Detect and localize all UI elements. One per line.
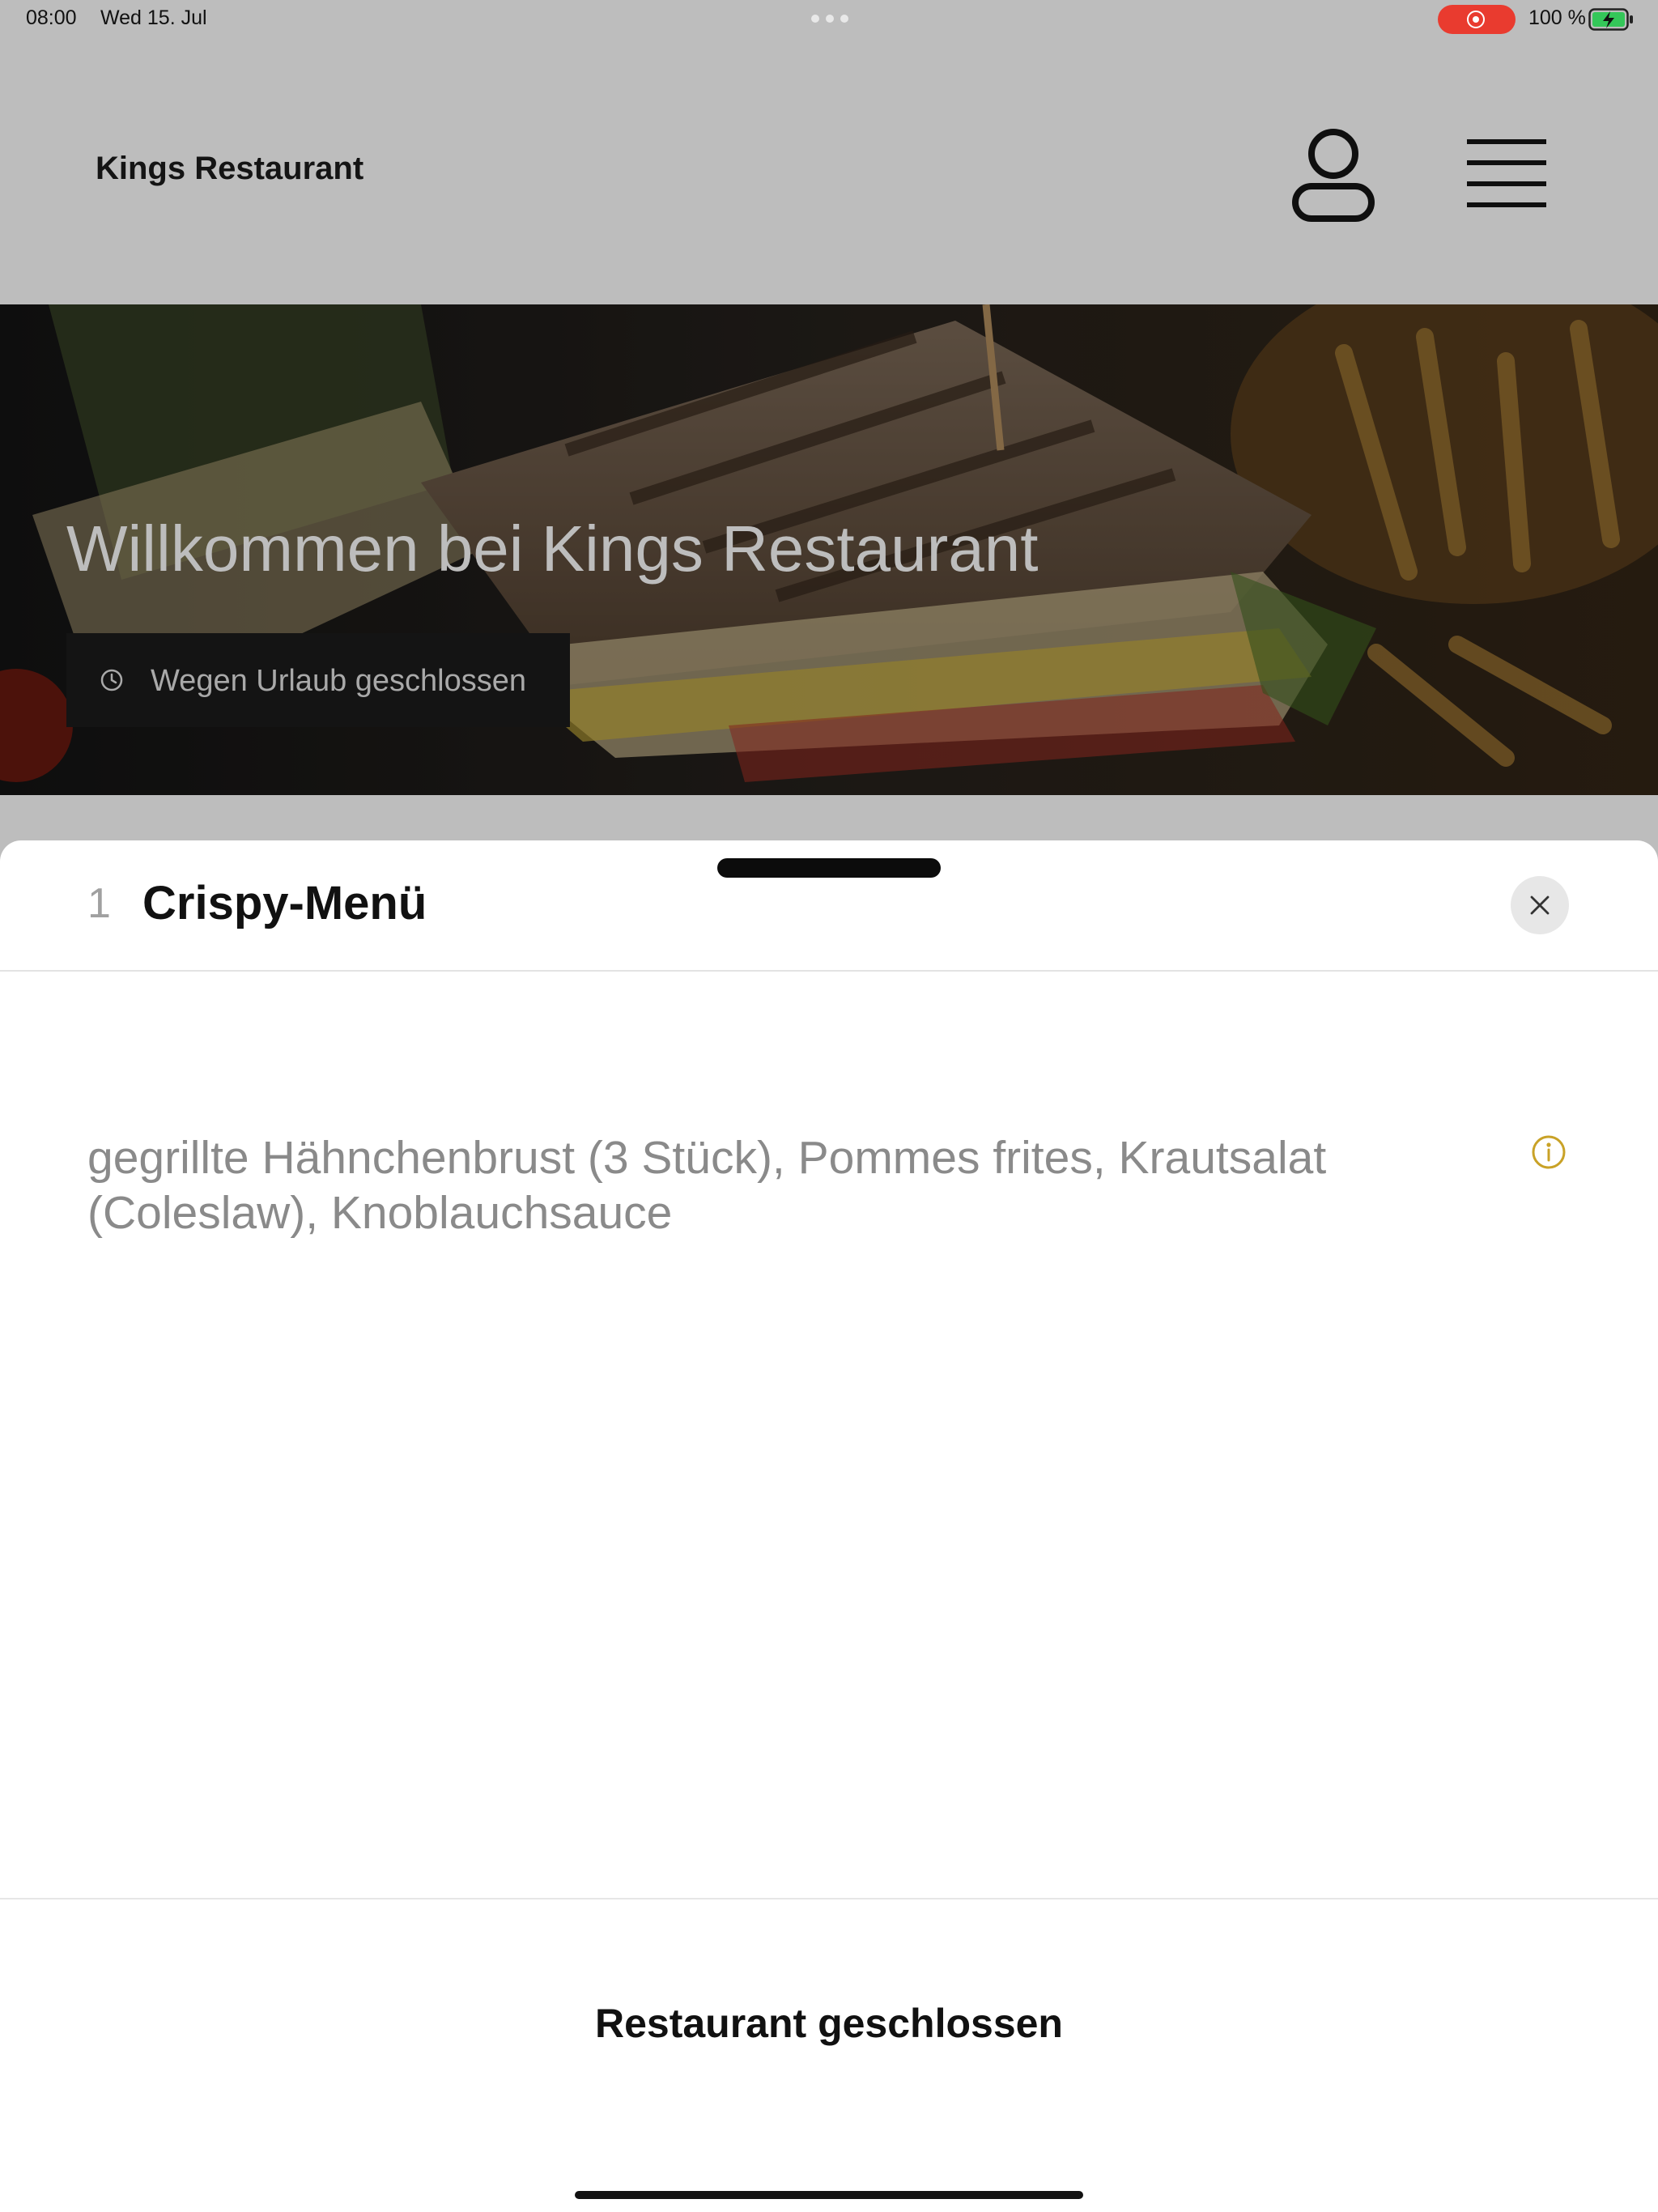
page-background bbox=[0, 795, 1658, 844]
multitasking-dots-icon[interactable] bbox=[811, 15, 848, 23]
status-badge-text: Wegen Urlaub geschlossen bbox=[151, 664, 527, 698]
clock-icon bbox=[100, 669, 123, 691]
close-icon bbox=[1530, 895, 1550, 915]
status-bar: 08:00 Wed 15. Jul 100 % bbox=[0, 0, 1658, 39]
hamburger-menu-icon[interactable] bbox=[1464, 136, 1550, 211]
sheet-grabber-handle[interactable] bbox=[717, 858, 941, 878]
sheet-header-divider bbox=[0, 970, 1658, 972]
restaurant-brand[interactable]: Kings Restaurant bbox=[96, 151, 363, 187]
sheet-footer-divider bbox=[0, 1898, 1658, 1899]
item-detail-sheet: 1 Crispy-Menü gegrillte Hähnchenbrust (3… bbox=[0, 840, 1658, 2212]
status-date: Wed 15. Jul bbox=[100, 6, 207, 29]
hero-title: Willkommen bei Kings Restaurant bbox=[66, 513, 1039, 585]
screen-recording-icon[interactable] bbox=[1438, 5, 1516, 34]
restaurant-closed-label: Restaurant geschlossen bbox=[595, 2001, 1063, 2046]
item-quantity: 1 bbox=[87, 880, 111, 927]
battery-charging-icon bbox=[1588, 8, 1633, 31]
info-icon[interactable] bbox=[1530, 1134, 1567, 1171]
hero-banner: Willkommen bei Kings Restaurant Wegen Ur… bbox=[0, 304, 1658, 795]
battery-percentage: 100 % bbox=[1528, 6, 1586, 29]
item-description: gegrillte Hähnchenbrust (3 Stück), Pomme… bbox=[87, 1132, 1327, 1239]
user-icon[interactable] bbox=[1289, 125, 1378, 223]
home-indicator[interactable] bbox=[575, 2191, 1083, 2199]
item-title: Crispy-Menü bbox=[142, 877, 427, 929]
status-badge: Wegen Urlaub geschlossen bbox=[66, 633, 570, 727]
close-button[interactable] bbox=[1511, 876, 1569, 934]
status-time: 08:00 bbox=[26, 6, 77, 29]
app-header: Kings Restaurant bbox=[0, 39, 1658, 304]
